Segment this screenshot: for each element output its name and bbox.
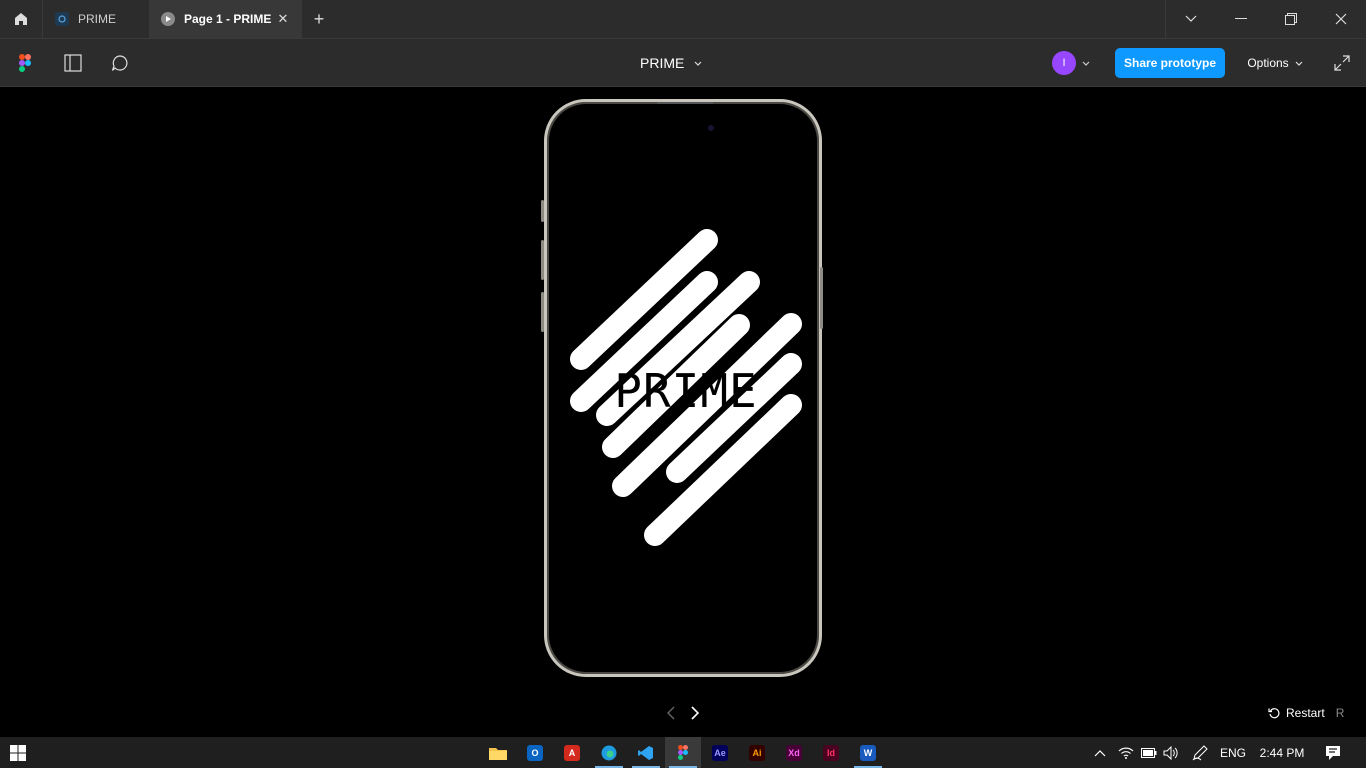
- prototype-canvas: PRIME Restart R: [0, 87, 1366, 737]
- notifications-button[interactable]: [1322, 737, 1344, 768]
- chevron-down-icon: [1082, 61, 1090, 66]
- taskbar-illustrator[interactable]: Ai: [739, 737, 775, 768]
- windows-logo-icon: [10, 744, 26, 761]
- after-effects-icon: Ae: [712, 744, 728, 761]
- home-button[interactable]: [0, 0, 42, 38]
- logo-text: PRIME: [614, 364, 758, 418]
- avatar: I: [1052, 51, 1076, 75]
- taskbar-edge[interactable]: [591, 737, 627, 768]
- taskbar-figma[interactable]: [665, 737, 701, 768]
- wifi-icon: [1118, 747, 1134, 759]
- play-icon: [161, 12, 175, 26]
- user-menu[interactable]: I: [1049, 49, 1099, 77]
- fullscreen-button[interactable]: [1330, 51, 1354, 75]
- restart-shortcut: R: [1335, 706, 1345, 720]
- word-icon: W: [860, 744, 876, 761]
- figma-file-icon: [55, 12, 69, 26]
- file-title-dropdown[interactable]: PRIME: [640, 53, 702, 73]
- minimize-button[interactable]: [1216, 0, 1266, 38]
- restart-icon: [1268, 708, 1280, 719]
- close-icon: [1335, 13, 1347, 25]
- sidebar-icon: [64, 54, 82, 72]
- start-button[interactable]: [0, 737, 36, 768]
- taskbar-outlook[interactable]: O: [517, 737, 553, 768]
- figma-icon: [678, 745, 688, 760]
- outlook-icon: O: [527, 744, 543, 761]
- taskbar-after-effects[interactable]: Ae: [702, 737, 738, 768]
- taskbar-file-explorer[interactable]: [480, 737, 516, 768]
- speaker-icon: [1163, 745, 1178, 760]
- prototype-toolbar: PRIME I Share prototype Options: [0, 38, 1366, 87]
- tab-label: Page 1 - PRIME: [184, 12, 272, 26]
- notification-icon: [1326, 745, 1340, 760]
- chevron-down-icon: [694, 61, 702, 66]
- pen-button[interactable]: [1190, 737, 1210, 768]
- restart-label: Restart: [1286, 706, 1325, 720]
- previous-frame-button[interactable]: [662, 703, 680, 723]
- chevron-down-icon: [1295, 61, 1303, 66]
- acrobat-icon: A: [564, 744, 580, 761]
- minimize-icon: [1235, 18, 1247, 19]
- volume-down-button: [541, 292, 544, 332]
- restart-button[interactable]: Restart R: [1268, 704, 1344, 722]
- battery-icon: [1141, 747, 1157, 758]
- sidebar-toggle-button[interactable]: [61, 51, 85, 75]
- options-label: Options: [1247, 56, 1289, 70]
- tab-prime-file[interactable]: PRIME: [42, 0, 149, 38]
- language-indicator[interactable]: ENG: [1216, 737, 1250, 768]
- edge-icon: [601, 745, 617, 760]
- indesign-icon: Id: [823, 744, 839, 761]
- title-bar: PRIME Page 1 - PRIME ✕ +: [0, 0, 1366, 38]
- tab-prototype[interactable]: Page 1 - PRIME ✕: [149, 0, 302, 38]
- taskbar-xd[interactable]: Xd: [776, 737, 812, 768]
- battery-button[interactable]: [1139, 737, 1159, 768]
- side-button: [541, 200, 544, 222]
- close-icon[interactable]: ✕: [276, 12, 290, 26]
- chevron-down-icon: [1185, 15, 1197, 22]
- next-frame-button[interactable]: [686, 703, 704, 723]
- close-window-button[interactable]: [1316, 0, 1366, 38]
- folder-icon: [489, 747, 507, 760]
- xd-icon: Xd: [786, 744, 802, 761]
- pen-icon: [1192, 744, 1208, 760]
- device-frame: PRIME: [544, 99, 822, 677]
- comment-icon: [111, 55, 128, 71]
- new-tab-button[interactable]: +: [308, 9, 330, 29]
- home-icon: [15, 13, 27, 25]
- restore-button[interactable]: [1266, 0, 1316, 38]
- taskbar-indesign[interactable]: Id: [813, 737, 849, 768]
- file-title: PRIME: [640, 55, 685, 71]
- clock[interactable]: 2:44 PM: [1256, 737, 1308, 768]
- options-button[interactable]: Options: [1240, 48, 1310, 78]
- network-button[interactable]: [1116, 737, 1136, 768]
- taskbar-vscode[interactable]: [628, 737, 664, 768]
- window-controls: [1165, 0, 1366, 38]
- show-hidden-icons-button[interactable]: [1090, 737, 1110, 768]
- taskbar: O A Ae Ai Xd Id W ENG 2:44 PM: [0, 737, 1366, 768]
- comment-button[interactable]: [108, 51, 132, 75]
- restore-icon: [1285, 13, 1297, 25]
- power-button: [820, 267, 823, 329]
- tab-list-button[interactable]: [1166, 0, 1216, 38]
- figma-menu-button[interactable]: [13, 51, 37, 75]
- chevron-right-icon: [691, 706, 699, 720]
- volume-button[interactable]: [1161, 737, 1181, 768]
- share-prototype-button[interactable]: Share prototype: [1115, 48, 1225, 78]
- expand-icon: [1334, 55, 1350, 71]
- vscode-icon: [638, 745, 653, 760]
- illustrator-icon: Ai: [749, 744, 765, 761]
- chevron-left-icon: [667, 706, 675, 720]
- taskbar-word[interactable]: W: [850, 737, 886, 768]
- figma-logo-icon: [19, 54, 31, 72]
- chevron-up-icon: [1094, 749, 1106, 756]
- taskbar-acrobat[interactable]: A: [554, 737, 590, 768]
- tab-label: PRIME: [78, 12, 117, 26]
- volume-up-button: [541, 240, 544, 280]
